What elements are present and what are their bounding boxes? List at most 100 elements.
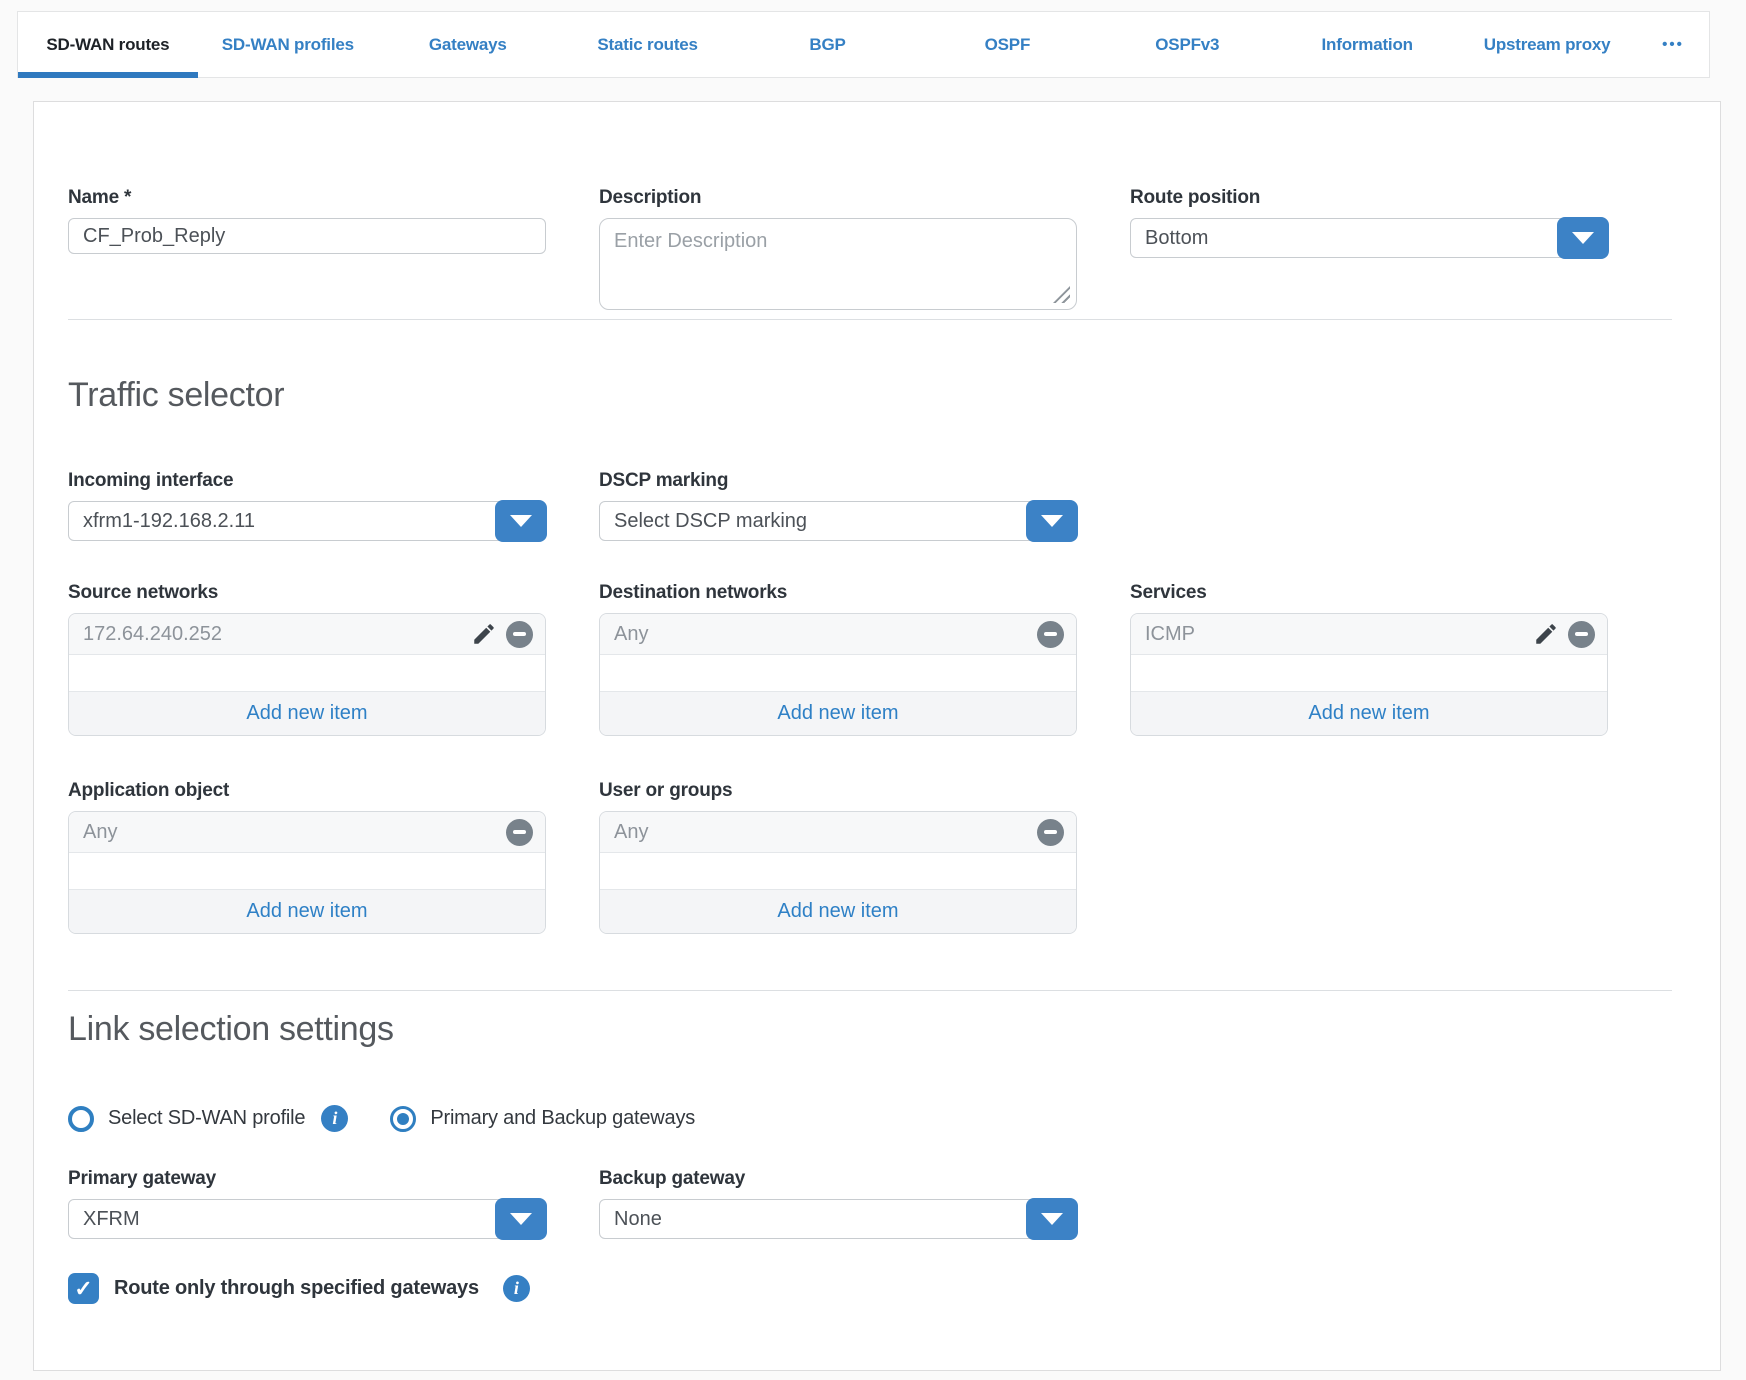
- form-panel: Name * Description Route position Bottom…: [33, 101, 1721, 1371]
- route-position-label: Route position: [1130, 187, 1608, 209]
- add-new-item-button[interactable]: Add new item: [69, 691, 545, 735]
- user-or-groups-box: Any Add new item: [599, 811, 1077, 934]
- incoming-interface-value: xfrm1-192.168.2.11: [83, 510, 255, 533]
- info-icon[interactable]: i: [321, 1105, 348, 1132]
- traffic-selector-heading: Traffic selector: [68, 375, 1672, 416]
- item-label: Any: [614, 821, 1037, 844]
- more-tabs-icon[interactable]: •••: [1637, 12, 1709, 77]
- link-selection-heading: Link selection settings: [68, 1009, 1672, 1050]
- route-only-checkbox[interactable]: ✓: [68, 1273, 99, 1304]
- primary-gateway-label: Primary gateway: [68, 1168, 546, 1190]
- radio-select-sdwan-profile[interactable]: Select SD-WAN profile: [68, 1106, 305, 1132]
- services-box: ICMP Add new item: [1130, 613, 1608, 736]
- item-label: Any: [83, 821, 506, 844]
- tab-bgp[interactable]: BGP: [738, 12, 918, 77]
- list-item: Any: [600, 812, 1076, 853]
- list-item: Any: [69, 812, 545, 853]
- itembox-empty-area: [600, 853, 1076, 889]
- tab-information[interactable]: Information: [1277, 12, 1457, 77]
- destination-networks-box: Any Add new item: [599, 613, 1077, 736]
- remove-icon[interactable]: [506, 621, 533, 648]
- list-item: ICMP: [1131, 614, 1607, 655]
- remove-icon[interactable]: [1037, 621, 1064, 648]
- services-label: Services: [1130, 582, 1608, 604]
- name-input[interactable]: [68, 218, 546, 254]
- services-field-group: Services ICMP Add new item: [1130, 582, 1608, 736]
- itembox-empty-area: [600, 655, 1076, 691]
- primary-gateway-field-group: Primary gateway XFRM: [68, 1168, 546, 1239]
- section-divider: [68, 319, 1672, 320]
- item-label: 172.64.240.252: [83, 623, 471, 646]
- primary-gateway-select[interactable]: XFRM: [68, 1199, 546, 1239]
- info-icon[interactable]: i: [503, 1275, 530, 1302]
- chevron-down-icon[interactable]: [1557, 217, 1609, 259]
- remove-icon[interactable]: [506, 819, 533, 846]
- tab-sdwan-routes[interactable]: SD-WAN routes: [18, 12, 198, 77]
- link-selection-radio-group: Select SD-WAN profile i Primary and Back…: [68, 1105, 1672, 1132]
- route-only-row: ✓ Route only through specified gateways …: [68, 1273, 1672, 1304]
- user-or-groups-field-group: User or groups Any Add new item: [599, 780, 1077, 934]
- tab-ospfv3[interactable]: OSPFv3: [1097, 12, 1277, 77]
- destination-networks-label: Destination networks: [599, 582, 1077, 604]
- source-networks-box: 172.64.240.252 Add new item: [68, 613, 546, 736]
- add-new-item-button[interactable]: Add new item: [1131, 691, 1607, 735]
- add-new-item-button[interactable]: Add new item: [600, 889, 1076, 933]
- source-networks-label: Source networks: [68, 582, 546, 604]
- radio-button-icon[interactable]: [68, 1106, 94, 1132]
- tab-static-routes[interactable]: Static routes: [558, 12, 738, 77]
- itembox-empty-area: [69, 853, 545, 889]
- tab-bar: SD-WAN routes SD-WAN profiles Gateways S…: [17, 11, 1710, 78]
- description-label: Description: [599, 187, 1077, 209]
- list-item: 172.64.240.252: [69, 614, 545, 655]
- route-position-field-group: Route position Bottom: [1130, 187, 1608, 310]
- incoming-interface-select[interactable]: xfrm1-192.168.2.11: [68, 501, 546, 541]
- tab-ospf[interactable]: OSPF: [917, 12, 1097, 77]
- edit-icon[interactable]: [1533, 621, 1559, 647]
- itembox-empty-area: [1131, 655, 1607, 691]
- destination-networks-field-group: Destination networks Any Add new item: [599, 582, 1077, 736]
- item-label: ICMP: [1145, 623, 1533, 646]
- chevron-down-icon[interactable]: [495, 1198, 547, 1240]
- description-field-group: Description: [599, 187, 1077, 310]
- itembox-empty-area: [69, 655, 545, 691]
- radio-primary-backup-gateways[interactable]: Primary and Backup gateways: [390, 1106, 695, 1132]
- dscp-marking-select[interactable]: Select DSCP marking: [599, 501, 1077, 541]
- chevron-down-icon[interactable]: [1026, 1198, 1078, 1240]
- application-object-label: Application object: [68, 780, 546, 802]
- name-label: Name *: [68, 187, 546, 209]
- route-only-label: Route only through specified gateways: [114, 1277, 479, 1300]
- incoming-interface-label: Incoming interface: [68, 470, 546, 492]
- primary-gateway-value: XFRM: [83, 1208, 140, 1231]
- dscp-marking-label: DSCP marking: [599, 470, 1077, 492]
- application-object-box: Any Add new item: [68, 811, 546, 934]
- item-label: Any: [614, 623, 1037, 646]
- backup-gateway-value: None: [614, 1208, 662, 1231]
- source-networks-field-group: Source networks 172.64.240.252 Add new i…: [68, 582, 546, 736]
- incoming-interface-field-group: Incoming interface xfrm1-192.168.2.11: [68, 470, 546, 541]
- section-divider: [68, 990, 1672, 991]
- user-or-groups-label: User or groups: [599, 780, 1077, 802]
- backup-gateway-field-group: Backup gateway None: [599, 1168, 1077, 1239]
- backup-gateway-select[interactable]: None: [599, 1199, 1077, 1239]
- tab-sdwan-profiles[interactable]: SD-WAN profiles: [198, 12, 378, 77]
- route-position-select[interactable]: Bottom: [1130, 218, 1608, 258]
- chevron-down-icon[interactable]: [1026, 500, 1078, 542]
- dscp-marking-field-group: DSCP marking Select DSCP marking: [599, 470, 1077, 541]
- chevron-down-icon[interactable]: [495, 500, 547, 542]
- backup-gateway-label: Backup gateway: [599, 1168, 1077, 1190]
- remove-icon[interactable]: [1037, 819, 1064, 846]
- tab-gateways[interactable]: Gateways: [378, 12, 558, 77]
- description-textarea-wrap: [599, 218, 1077, 310]
- add-new-item-button[interactable]: Add new item: [600, 691, 1076, 735]
- description-input[interactable]: [599, 218, 1077, 310]
- remove-icon[interactable]: [1568, 621, 1595, 648]
- add-new-item-button[interactable]: Add new item: [69, 889, 545, 933]
- route-position-value: Bottom: [1145, 227, 1208, 250]
- radio-button-icon[interactable]: [390, 1106, 416, 1132]
- application-object-field-group: Application object Any Add new item: [68, 780, 546, 934]
- tab-upstream-proxy[interactable]: Upstream proxy: [1457, 12, 1637, 77]
- name-field-group: Name *: [68, 187, 546, 310]
- radio-label: Primary and Backup gateways: [430, 1107, 695, 1130]
- list-item: Any: [600, 614, 1076, 655]
- edit-icon[interactable]: [471, 621, 497, 647]
